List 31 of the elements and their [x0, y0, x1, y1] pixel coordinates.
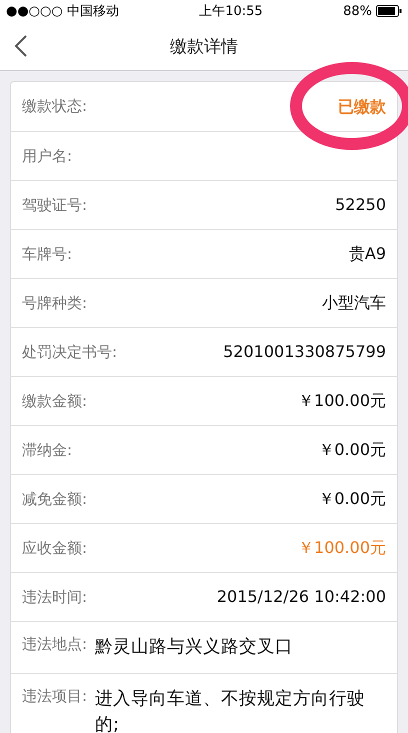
carrier-text: ●●○○○ 中国移动	[6, 3, 119, 20]
field-label: 处罚决定书号:	[22, 342, 118, 362]
field-label: 驾驶证号:	[22, 196, 88, 214]
battery-text: 88%	[343, 4, 372, 18]
page-title: 缴款详情	[170, 36, 238, 58]
field-value: 小型汽车	[322, 292, 386, 314]
field-label: 违法时间:	[22, 588, 88, 606]
field-value: ￥0.00元	[318, 488, 386, 510]
field-value: ￥100.00元	[298, 390, 386, 412]
field-value: 2015/12/26 10:42:00	[216, 586, 386, 608]
field-label: 滞纳金:	[22, 440, 72, 460]
field-value: 已缴款	[338, 96, 386, 118]
field-label: 缴款金额:	[22, 392, 88, 410]
field-value: 黔灵山路与兴义路交叉口	[95, 636, 294, 659]
field-value: ￥100.00元	[298, 537, 386, 560]
battery-icon	[376, 5, 402, 17]
field-label: 号牌种类:	[22, 294, 88, 312]
field-label: 违法项目:	[22, 687, 88, 706]
field-value: 进入导向车道、不按规定方向行驶的;	[95, 688, 366, 733]
field-value: ￥0.00元	[318, 439, 386, 462]
field-value: 贵A9	[348, 243, 386, 266]
clock-text: 上午10:55	[199, 3, 263, 20]
field-label: 用户名:	[22, 146, 72, 166]
field-label: 车牌号:	[22, 244, 72, 264]
back-icon[interactable]	[14, 34, 28, 58]
field-value: 5201001330875799	[223, 341, 386, 364]
field-label: 减免金额:	[22, 490, 88, 508]
field-label: 违法地点:	[22, 635, 88, 654]
field-value: 52250	[335, 194, 386, 216]
field-label: 缴款状态:	[22, 97, 88, 116]
field-label: 应收金额:	[22, 538, 88, 558]
